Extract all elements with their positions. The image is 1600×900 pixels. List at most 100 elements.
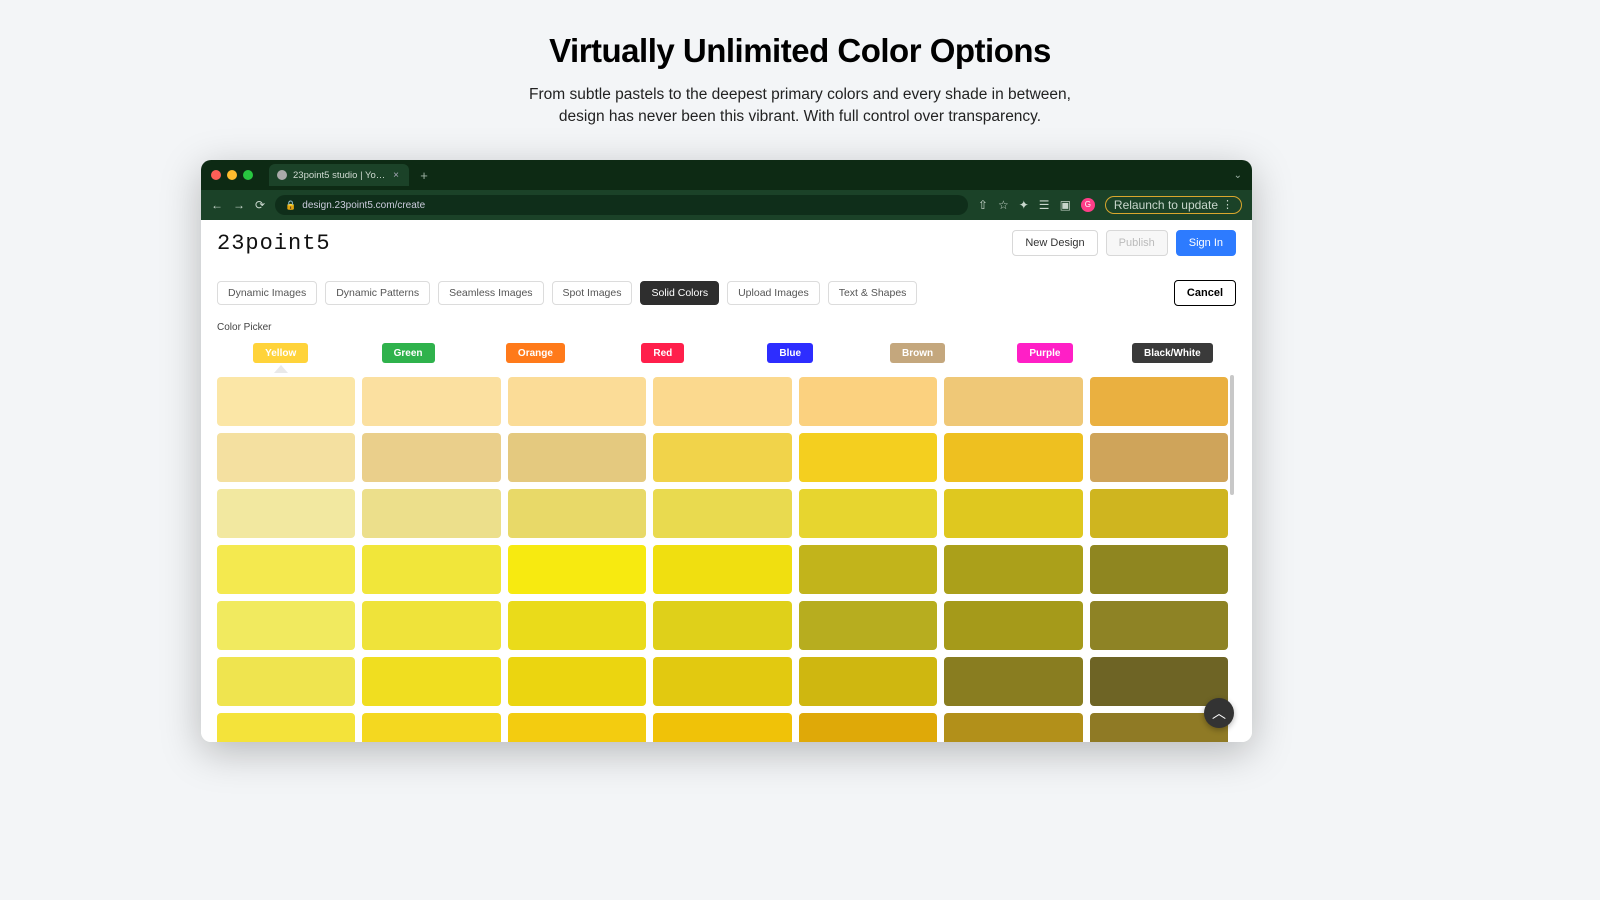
extensions-icon[interactable]: ✦: [1019, 199, 1029, 211]
color-swatch[interactable]: [217, 601, 355, 650]
swatch-grid: [213, 375, 1240, 742]
share-icon[interactable]: ⇧: [978, 199, 988, 211]
minimize-window-icon[interactable]: [227, 170, 237, 180]
color-swatch[interactable]: [1090, 433, 1228, 482]
color-swatch[interactable]: [653, 657, 791, 706]
tab-title: 23point5 studio | Your Fashion…: [293, 170, 387, 181]
color-family-tab[interactable]: Red: [641, 343, 684, 363]
color-family-tab[interactable]: Orange: [506, 343, 565, 363]
close-tab-icon[interactable]: ×: [393, 170, 399, 181]
chevron-up-icon: ︿: [1212, 703, 1226, 723]
color-swatch[interactable]: [508, 657, 646, 706]
scroll-to-top-button[interactable]: ︿: [1204, 698, 1234, 728]
browser-tab-strip: 23point5 studio | Your Fashion… × + ⌄: [201, 160, 1252, 190]
color-swatch[interactable]: [1090, 657, 1228, 706]
new-tab-button[interactable]: +: [415, 166, 433, 184]
color-swatch[interactable]: [362, 489, 500, 538]
color-swatch[interactable]: [799, 545, 937, 594]
color-swatch[interactable]: [944, 489, 1082, 538]
color-swatch[interactable]: [217, 713, 355, 742]
color-family-tab[interactable]: Green: [382, 343, 435, 363]
new-design-button[interactable]: New Design: [1012, 230, 1097, 256]
color-family-tab[interactable]: Black/White: [1132, 343, 1213, 363]
color-swatch[interactable]: [508, 713, 646, 742]
color-swatch[interactable]: [217, 657, 355, 706]
forward-icon[interactable]: →: [233, 199, 245, 211]
color-swatch[interactable]: [508, 433, 646, 482]
color-swatch[interactable]: [944, 377, 1082, 426]
color-swatch[interactable]: [217, 489, 355, 538]
panel-icon[interactable]: ▣: [1060, 199, 1071, 211]
tabs-overflow-icon[interactable]: ⌄: [1234, 170, 1242, 181]
lock-icon: 🔒: [285, 200, 296, 211]
color-swatch[interactable]: [217, 433, 355, 482]
category-tab[interactable]: Upload Images: [727, 281, 820, 305]
app-header: 23point5 New Design Publish Sign In: [201, 220, 1252, 266]
section-label: Color Picker: [201, 306, 1252, 343]
swatch-panel: [213, 375, 1240, 742]
color-swatch[interactable]: [362, 601, 500, 650]
color-swatch[interactable]: [799, 433, 937, 482]
browser-window: 23point5 studio | Your Fashion… × + ⌄ ← …: [201, 160, 1252, 742]
relaunch-button[interactable]: Relaunch to update⋮: [1105, 196, 1242, 214]
design-category-tabs: Dynamic Images Dynamic Patterns Seamless I…: [201, 266, 1252, 306]
color-swatch[interactable]: [799, 657, 937, 706]
hero-title: Virtually Unlimited Color Options: [0, 32, 1600, 70]
color-swatch[interactable]: [508, 377, 646, 426]
color-swatch[interactable]: [653, 713, 791, 742]
category-tab[interactable]: Dynamic Patterns: [325, 281, 430, 305]
window-controls[interactable]: [211, 170, 253, 180]
color-swatch[interactable]: [217, 545, 355, 594]
color-family-tab[interactable]: Yellow: [253, 343, 308, 363]
close-window-icon[interactable]: [211, 170, 221, 180]
color-swatch[interactable]: [944, 545, 1082, 594]
color-swatch[interactable]: [944, 657, 1082, 706]
color-swatch[interactable]: [799, 601, 937, 650]
color-swatch[interactable]: [653, 377, 791, 426]
color-swatch[interactable]: [653, 545, 791, 594]
address-bar[interactable]: 🔒 design.23point5.com/create: [275, 195, 968, 215]
color-swatch[interactable]: [362, 713, 500, 742]
hero-subtitle: From subtle pastels to the deepest prima…: [0, 84, 1600, 127]
color-swatch[interactable]: [362, 377, 500, 426]
color-swatch[interactable]: [799, 713, 937, 742]
color-swatch[interactable]: [362, 545, 500, 594]
color-swatch[interactable]: [653, 433, 791, 482]
category-tab[interactable]: Seamless Images: [438, 281, 543, 305]
color-swatch[interactable]: [217, 377, 355, 426]
color-family-tab[interactable]: Brown: [890, 343, 945, 363]
color-swatch[interactable]: [1090, 545, 1228, 594]
color-swatch[interactable]: [508, 545, 646, 594]
category-tab[interactable]: Text & Shapes: [828, 281, 918, 305]
color-swatch[interactable]: [944, 601, 1082, 650]
color-swatch[interactable]: [362, 657, 500, 706]
color-swatch[interactable]: [362, 433, 500, 482]
color-swatch[interactable]: [944, 713, 1082, 742]
reload-icon[interactable]: ⟳: [255, 199, 265, 211]
scrollbar-thumb[interactable]: [1230, 375, 1234, 495]
category-tab[interactable]: Dynamic Images: [217, 281, 317, 305]
profile-avatar[interactable]: G: [1081, 198, 1095, 212]
color-swatch[interactable]: [653, 489, 791, 538]
color-family-tab[interactable]: Purple: [1017, 343, 1072, 363]
color-swatch[interactable]: [653, 601, 791, 650]
browser-tab[interactable]: 23point5 studio | Your Fashion… ×: [269, 164, 409, 186]
color-swatch[interactable]: [799, 377, 937, 426]
bookmark-icon[interactable]: ☆: [998, 199, 1009, 211]
back-icon[interactable]: ←: [211, 199, 223, 211]
color-swatch[interactable]: [1090, 489, 1228, 538]
category-tab[interactable]: Solid Colors: [640, 281, 719, 305]
color-family-tab[interactable]: Blue: [767, 343, 813, 363]
category-tab[interactable]: Spot Images: [552, 281, 633, 305]
color-swatch[interactable]: [1090, 601, 1228, 650]
maximize-window-icon[interactable]: [243, 170, 253, 180]
color-swatch[interactable]: [508, 601, 646, 650]
color-swatch[interactable]: [508, 489, 646, 538]
sign-in-button[interactable]: Sign In: [1176, 230, 1236, 256]
app-logo[interactable]: 23point5: [217, 231, 331, 256]
color-swatch[interactable]: [799, 489, 937, 538]
cancel-button[interactable]: Cancel: [1174, 280, 1236, 306]
color-swatch[interactable]: [944, 433, 1082, 482]
reading-list-icon[interactable]: ☰: [1039, 199, 1050, 211]
color-swatch[interactable]: [1090, 377, 1228, 426]
